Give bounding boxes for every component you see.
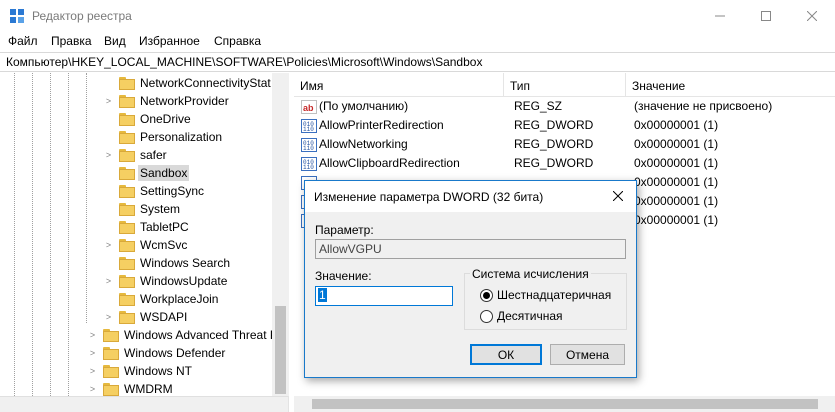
folder-icon (119, 220, 135, 234)
close-icon (807, 10, 817, 21)
dialog-title-bar: Изменение параметра DWORD (32 бита) (305, 181, 636, 212)
tree-item[interactable]: > WSDAPI (104, 308, 189, 326)
chevron-right-icon[interactable]: > (104, 240, 113, 250)
chevron-right-icon[interactable]: > (88, 384, 97, 394)
list-item[interactable]: 010 110 AllowClipboardRedirection REG_DW… (294, 155, 835, 174)
string-value-icon: ab (301, 100, 317, 114)
folder-icon (103, 364, 119, 378)
list-header: Имя Тип Значение (294, 73, 835, 97)
list-item[interactable]: ab (По умолчанию) REG_SZ (значение не пр… (294, 98, 835, 117)
radio-button-checked[interactable] (480, 288, 493, 302)
tree-item[interactable]: NetworkConnectivityStat (104, 74, 273, 92)
address-bar[interactable]: Компьютер\HKEY_LOCAL_MACHINE\SOFTWARE\Po… (0, 52, 835, 72)
tree-item[interactable]: SettingSync (104, 182, 206, 200)
folder-icon (119, 112, 135, 126)
column-name[interactable]: Имя (294, 73, 504, 97)
folder-icon (119, 130, 135, 144)
column-type[interactable]: Тип (504, 73, 626, 97)
chevron-right-icon[interactable]: > (104, 276, 113, 286)
folder-icon (119, 148, 135, 162)
menu-edit[interactable]: Правка (51, 34, 92, 48)
list-item[interactable]: 010 110 AllowPrinterRedirection REG_DWOR… (294, 117, 835, 136)
address-path[interactable]: Компьютер\HKEY_LOCAL_MACHINE\SOFTWARE\Po… (6, 55, 482, 69)
folder-icon (119, 274, 135, 288)
column-value[interactable]: Значение (626, 73, 835, 97)
menu-help[interactable]: Справка (214, 34, 261, 48)
radio-hexadecimal[interactable]: Шестнадцатеричная (480, 288, 611, 302)
folder-icon (119, 94, 135, 108)
cancel-button[interactable]: Отмена (550, 344, 625, 365)
tree-horizontal-scrollbar[interactable] (0, 396, 288, 412)
dialog-title: Изменение параметра DWORD (32 бита) (314, 190, 544, 204)
maximize-button[interactable] (743, 0, 789, 31)
tree-item-selected[interactable]: Sandbox (104, 164, 190, 182)
edit-dword-dialog: Изменение параметра DWORD (32 бита) Пара… (304, 180, 637, 378)
folder-icon (119, 184, 135, 198)
svg-text:110: 110 (303, 164, 314, 171)
tree-item[interactable]: > Windows Defender (88, 344, 227, 362)
tree-pane[interactable]: NetworkConnectivityStat > NetworkProvide… (0, 73, 289, 412)
window-title: Редактор реестра (32, 9, 132, 23)
folder-icon (119, 292, 135, 306)
list-item[interactable]: 010 110 AllowNetworking REG_DWORD 0x0000… (294, 136, 835, 155)
close-button[interactable] (789, 0, 835, 31)
menu-view[interactable]: Вид (104, 34, 126, 48)
chevron-right-icon[interactable]: > (88, 330, 97, 340)
tree-scroll-thumb[interactable] (275, 306, 286, 394)
chevron-right-icon[interactable]: > (104, 96, 113, 106)
menu-bar: Файл Правка Вид Избранное Справка (0, 31, 835, 52)
folder-icon (119, 76, 135, 90)
value-data-input[interactable]: 1 (315, 286, 453, 306)
folder-icon (119, 202, 135, 216)
folder-icon (119, 310, 135, 324)
param-label: Параметр: (315, 223, 374, 237)
folder-icon (119, 166, 135, 180)
close-icon (612, 190, 624, 202)
tree-item[interactable]: > Windows NT (88, 362, 194, 380)
tree-item[interactable]: Personalization (104, 128, 224, 146)
tree-item[interactable]: > WindowsUpdate (104, 272, 229, 290)
chevron-right-icon[interactable]: > (88, 348, 97, 358)
tree-item[interactable]: System (104, 200, 182, 218)
menu-file[interactable]: Файл (8, 34, 38, 48)
minimize-icon (715, 15, 725, 16)
tree-item[interactable]: > safer (104, 146, 169, 164)
value-label: Значение: (315, 269, 372, 283)
tree-item[interactable]: > NetworkProvider (104, 92, 231, 110)
tree-item[interactable]: OneDrive (104, 110, 193, 128)
folder-icon (119, 256, 135, 270)
tree-item[interactable]: Windows Search (104, 254, 232, 272)
svg-text:110: 110 (303, 145, 314, 152)
tree-item[interactable]: > WcmSvc (104, 236, 189, 254)
regedit-icon (10, 9, 24, 23)
radio-button[interactable] (480, 309, 493, 323)
tree-item[interactable]: TabletPC (104, 218, 191, 236)
binary-value-icon: 010 110 (301, 119, 317, 133)
param-name-field: AllowVGPU (315, 239, 626, 259)
chevron-right-icon[interactable]: > (104, 150, 113, 160)
chevron-right-icon[interactable]: > (104, 312, 113, 322)
tree-item[interactable]: WorkplaceJoin (104, 290, 220, 308)
list-horizontal-scrollbar[interactable] (294, 396, 835, 412)
tree-vertical-scrollbar[interactable] (272, 73, 289, 396)
maximize-icon (761, 10, 771, 21)
folder-icon (119, 238, 135, 252)
list-scroll-thumb[interactable] (312, 399, 818, 409)
radio-decimal[interactable]: Десятичная (480, 309, 563, 323)
folder-icon (103, 346, 119, 360)
minimize-button[interactable] (697, 0, 743, 31)
tree-item[interactable]: > Windows Advanced Threat P (88, 326, 280, 344)
ok-button[interactable]: ОК (470, 344, 542, 365)
chevron-right-icon[interactable]: > (88, 366, 97, 376)
svg-text:110: 110 (303, 126, 314, 133)
svg-text:ab: ab (303, 103, 314, 113)
binary-value-icon: 010 110 (301, 138, 317, 152)
base-groupbox-title: Система исчисления (470, 267, 591, 281)
title-bar: Редактор реестра (0, 0, 835, 31)
menu-favorites[interactable]: Избранное (139, 34, 200, 48)
binary-value-icon: 010 110 (301, 157, 317, 171)
folder-icon (103, 382, 119, 396)
dialog-close-button[interactable] (610, 188, 626, 204)
folder-icon (103, 328, 119, 342)
